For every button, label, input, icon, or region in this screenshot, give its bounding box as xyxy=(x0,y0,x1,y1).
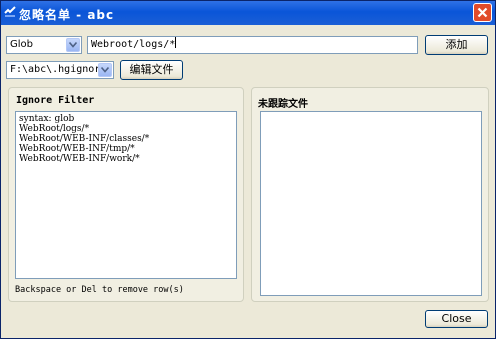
dialog-window: 忽略名单 - abc Glob Webroot/logs/* 添加 F:\abc… xyxy=(0,0,496,339)
list-item[interactable]: WebRoot/WEB-INF/tmp/* xyxy=(16,144,236,154)
window-title: 忽略名单 - abc xyxy=(19,8,115,22)
close-button[interactable]: Close xyxy=(425,310,488,328)
ignore-filter-panel: Ignore Filter syntax: glob WebRoot/logs/*… xyxy=(8,87,244,302)
ignore-filter-list[interactable]: syntax: glob WebRoot/logs/* WebRoot/WEB-IN… xyxy=(15,111,237,279)
remove-rows-hint: Backspace or Del to remove row(s) xyxy=(15,285,184,295)
edit-file-button-label: 编辑文件 xyxy=(129,63,174,76)
list-item[interactable]: WebRoot/logs/* xyxy=(16,124,236,134)
add-button-label: 添加 xyxy=(445,38,468,51)
untracked-files-list[interactable] xyxy=(260,111,482,296)
list-item[interactable]: WebRoot/WEB-INF/classes/* xyxy=(16,134,236,144)
ignore-file-select-value: F:\abc\.hgignore xyxy=(10,64,107,75)
ignore-filter-rows: syntax: glob WebRoot/logs/* WebRoot/WEB-IN… xyxy=(16,112,236,164)
close-button-label: Close xyxy=(441,312,472,325)
title-bar[interactable]: 忽略名单 - abc xyxy=(1,1,495,25)
app-icon xyxy=(4,6,16,17)
pattern-input-value: Webroot/logs/* xyxy=(91,39,176,50)
untracked-files-panel: 未跟踪文件 xyxy=(251,87,489,302)
chevron-down-icon[interactable] xyxy=(66,38,80,52)
list-item[interactable]: WebRoot/WEB-INF/work/* xyxy=(16,154,236,164)
list-item[interactable]: syntax: glob xyxy=(16,114,236,124)
ignore-filter-title: Ignore Filter xyxy=(16,95,95,106)
text-cursor xyxy=(175,37,177,48)
ignore-file-select[interactable]: F:\abc\.hgignore xyxy=(6,61,114,79)
edit-file-button[interactable]: 编辑文件 xyxy=(120,60,183,80)
close-icon[interactable] xyxy=(473,3,492,22)
syntax-select-value: Glob xyxy=(10,39,33,50)
untracked-files-title: 未跟踪文件 xyxy=(258,99,308,110)
pattern-input[interactable]: Webroot/logs/* xyxy=(87,36,418,54)
syntax-select[interactable]: Glob xyxy=(6,36,82,54)
add-button[interactable]: 添加 xyxy=(425,35,488,55)
chevron-down-icon[interactable] xyxy=(98,63,112,77)
